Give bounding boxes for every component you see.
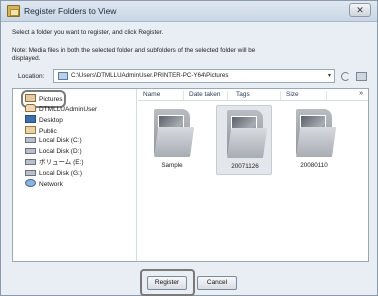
- location-path: C:\Users\DTMLLUAdminUser.PRINTER-PC-Y64\…: [71, 72, 229, 79]
- browser-pane: Pictures DTMLLUAdminUser Desktop Public …: [12, 88, 369, 262]
- tree-item-label: Public: [39, 128, 57, 135]
- tree-item-disk-d[interactable]: Local Disk (D:): [25, 147, 82, 157]
- more-columns-button[interactable]: »: [359, 90, 363, 97]
- tree-item-network[interactable]: Network: [25, 179, 63, 189]
- folder-app-icon: [7, 5, 20, 17]
- column-header: Name Date taken Tags Size »: [138, 89, 368, 101]
- folder-label: 20071126: [231, 163, 259, 170]
- column-name[interactable]: Name: [140, 91, 184, 100]
- register-folders-dialog: Register Folders to View ✕ Select a fold…: [0, 0, 378, 296]
- column-size[interactable]: Size: [283, 91, 327, 100]
- location-label: Location:: [18, 73, 45, 80]
- folder-item-20071126[interactable]: 20071126: [216, 105, 272, 175]
- tree-item-label: Local Disk (C:): [39, 137, 82, 144]
- tree-item-label: Pictures: [39, 96, 63, 103]
- user-folder-icon: [25, 104, 36, 112]
- location-combobox[interactable]: C:\Users\DTMLLUAdminUser.PRINTER-PC-Y64\…: [53, 69, 335, 83]
- drive-icon: [25, 170, 36, 176]
- cancel-button[interactable]: Cancel: [197, 276, 237, 290]
- folder-front: [227, 128, 268, 158]
- drive-icon: [25, 137, 36, 143]
- folder-tree: Pictures DTMLLUAdminUser Desktop Public …: [13, 89, 137, 261]
- column-tags[interactable]: Tags: [233, 91, 281, 100]
- title-bar: Register Folders to View ✕: [1, 1, 377, 22]
- tree-item-label: ボリューム (E:): [39, 159, 84, 166]
- drive-icon: [25, 159, 36, 165]
- column-date-taken[interactable]: Date taken: [186, 91, 228, 100]
- chevron-down-icon[interactable]: ▾: [328, 72, 331, 79]
- folder-label: 20080110: [300, 162, 328, 169]
- new-folder-icon[interactable]: [356, 72, 367, 81]
- tree-item-public[interactable]: Public: [25, 126, 57, 136]
- tree-item-disk-g[interactable]: Local Disk (G:): [25, 169, 82, 179]
- folder-item-sample[interactable]: Sample: [144, 105, 200, 175]
- refresh-icon[interactable]: [341, 72, 350, 81]
- tree-item-user[interactable]: DTMLLUAdminUser: [25, 104, 97, 114]
- folder-front: [154, 127, 195, 157]
- tree-item-pictures[interactable]: Pictures: [20, 90, 67, 108]
- network-icon: [25, 179, 36, 187]
- instruction-text: Select a folder you want to register, an…: [12, 29, 164, 36]
- close-button[interactable]: ✕: [349, 3, 371, 17]
- folder-label: Sample: [161, 162, 183, 169]
- folder-content-view: Name Date taken Tags Size » Sample 20071…: [138, 89, 368, 261]
- tree-item-desktop[interactable]: Desktop: [25, 115, 63, 125]
- tree-item-disk-c[interactable]: Local Disk (C:): [25, 136, 82, 146]
- tree-item-label: Desktop: [39, 117, 63, 124]
- dialog-title: Register Folders to View: [24, 6, 117, 16]
- tree-item-label: Local Disk (D:): [39, 148, 82, 155]
- register-button[interactable]: Register: [147, 276, 187, 290]
- drive-icon: [25, 148, 36, 154]
- public-folder-icon: [25, 126, 36, 134]
- desktop-icon: [25, 115, 36, 123]
- tree-item-volume-e[interactable]: ボリューム (E:): [25, 158, 84, 168]
- folder-front: [296, 127, 337, 157]
- tree-item-label: Local Disk (G:): [39, 170, 82, 177]
- pictures-icon: [25, 94, 36, 102]
- folder-item-20080110[interactable]: 20080110: [286, 105, 342, 175]
- pictures-icon: [58, 72, 68, 80]
- tree-item-label: DTMLLUAdminUser: [39, 106, 98, 113]
- note-text: Note: Media files in both the selected f…: [12, 47, 256, 62]
- tree-item-label: Network: [39, 181, 63, 188]
